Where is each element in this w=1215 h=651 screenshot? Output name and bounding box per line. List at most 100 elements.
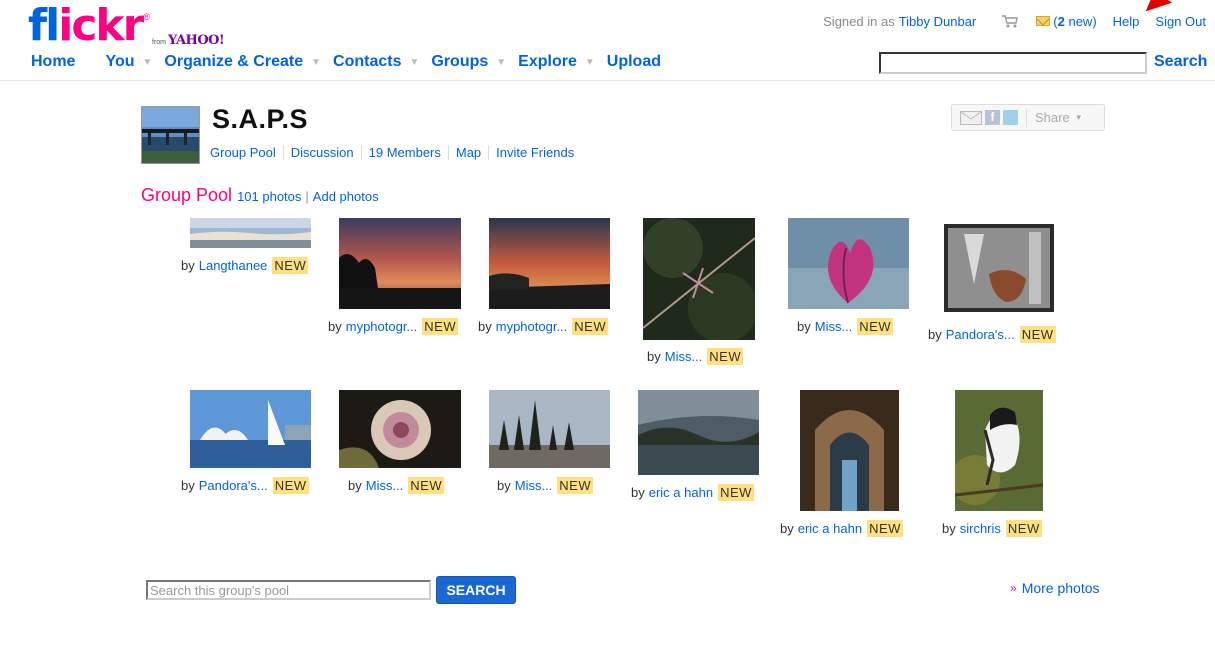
photo-author-link[interactable]: Miss... bbox=[366, 478, 404, 493]
photo-thumbnail[interactable] bbox=[489, 218, 610, 309]
nav-upload[interactable]: Upload bbox=[607, 53, 661, 71]
more-arrows-icon: » bbox=[1010, 581, 1017, 595]
photo-caption: by Miss... NEW bbox=[348, 477, 445, 494]
new-badge: NEW bbox=[1019, 326, 1056, 343]
photo-thumbnail[interactable] bbox=[800, 390, 899, 511]
new-badge: NEW bbox=[857, 318, 894, 335]
photo-author-link[interactable]: Miss... bbox=[515, 478, 553, 493]
pool-search-input[interactable] bbox=[146, 580, 431, 600]
mail-icon[interactable] bbox=[1036, 16, 1051, 26]
nav-contacts-dropdown-icon[interactable]: ▼ bbox=[409, 57, 419, 68]
pool-search-button[interactable]: SEARCH bbox=[436, 576, 516, 604]
mail-new-count-link[interactable]: (2 new) bbox=[1053, 14, 1096, 29]
nav-explore[interactable]: Explore bbox=[518, 53, 577, 71]
photo-thumbnail[interactable] bbox=[638, 390, 759, 475]
new-badge: NEW bbox=[272, 477, 309, 494]
logo-yahoo: YAHOO! bbox=[168, 33, 225, 48]
photo-author-link[interactable]: eric a hahn bbox=[798, 521, 862, 536]
group-links: Group Pool Discussion 19 Members Map Inv… bbox=[210, 145, 581, 160]
photo-author-link[interactable]: Langthanee bbox=[199, 258, 268, 273]
photo-thumbnail[interactable] bbox=[788, 218, 909, 309]
user-name-link[interactable]: Tibby Dunbar bbox=[899, 14, 977, 29]
logo-from-text: from bbox=[152, 39, 166, 46]
photo-author-link[interactable]: eric a hahn bbox=[649, 485, 713, 500]
photo-thumbnail[interactable] bbox=[339, 390, 461, 468]
logo-registered-mark: ® bbox=[143, 12, 150, 22]
group-title: S.A.P.S bbox=[212, 104, 309, 134]
pool-photo-count-link[interactable]: 101 photos bbox=[237, 189, 301, 204]
header-search-button[interactable]: Search bbox=[1154, 53, 1207, 71]
share-caret-icon[interactable]: ▼ bbox=[1075, 113, 1083, 122]
discussion-link[interactable]: Discussion bbox=[282, 145, 361, 160]
header-search-input[interactable] bbox=[879, 52, 1147, 74]
photo-thumbnail[interactable] bbox=[489, 390, 610, 468]
photo-caption: by Langthanee NEW bbox=[181, 257, 309, 274]
photo-thumbnail[interactable] bbox=[643, 218, 755, 340]
photo-caption: by Miss... NEW bbox=[647, 348, 744, 365]
help-link[interactable]: Help bbox=[1113, 14, 1140, 29]
photo-thumbnail[interactable] bbox=[190, 218, 311, 248]
nav-organize-dropdown-icon[interactable]: ▼ bbox=[311, 57, 321, 68]
photo-author-link[interactable]: myphotogr... bbox=[346, 319, 418, 334]
nav-organize-create[interactable]: Organize & Create bbox=[164, 53, 303, 71]
new-badge: NEW bbox=[422, 318, 459, 335]
photo-thumbnail[interactable] bbox=[339, 218, 461, 309]
add-photos-link[interactable]: Add photos bbox=[313, 189, 379, 204]
nav-you-dropdown-icon[interactable]: ▼ bbox=[142, 57, 152, 68]
photo-caption: by myphotogr... NEW bbox=[328, 318, 459, 335]
photo-caption: by Miss... NEW bbox=[497, 477, 594, 494]
new-badge: NEW bbox=[707, 348, 744, 365]
photo-author-link[interactable]: Pandora's... bbox=[946, 327, 1015, 342]
share-widget[interactable]: f Share ▼ bbox=[951, 104, 1105, 131]
nav-explore-dropdown-icon[interactable]: ▼ bbox=[585, 57, 595, 68]
more-photos-link[interactable]: More photos bbox=[1022, 580, 1100, 596]
invite-friends-link[interactable]: Invite Friends bbox=[488, 145, 581, 160]
photo-author-link[interactable]: Pandora's... bbox=[199, 478, 268, 493]
new-badge: NEW bbox=[272, 257, 309, 274]
photo-caption: by Miss... NEW bbox=[797, 318, 894, 335]
cart-icon[interactable] bbox=[1000, 13, 1020, 29]
members-link[interactable]: 19 Members bbox=[360, 145, 448, 160]
nav-home[interactable]: Home bbox=[31, 53, 75, 71]
new-badge: NEW bbox=[557, 477, 594, 494]
sign-out-link[interactable]: Sign Out bbox=[1155, 14, 1206, 29]
facebook-share-icon[interactable]: f bbox=[985, 110, 1000, 125]
photo-author-link[interactable]: myphotogr... bbox=[496, 319, 568, 334]
map-link[interactable]: Map bbox=[447, 145, 488, 160]
group-avatar[interactable] bbox=[141, 106, 200, 164]
photo-caption: by Pandora's... NEW bbox=[928, 326, 1056, 343]
new-badge: NEW bbox=[718, 484, 754, 501]
photo-caption: by eric a hahn NEW bbox=[631, 484, 754, 501]
flickr-logo[interactable]: flickr ® from YAHOO! bbox=[28, 0, 225, 51]
red-arrow-marker bbox=[1140, 0, 1173, 12]
photo-thumbnail[interactable] bbox=[955, 390, 1043, 511]
new-badge: NEW bbox=[408, 477, 445, 494]
photo-caption: by sirchris NEW bbox=[942, 520, 1042, 537]
account-links: Signed in as Tibby Dunbar (2 new) Help S… bbox=[823, 13, 1206, 29]
group-pool-link[interactable]: Group Pool bbox=[210, 145, 283, 160]
share-divider bbox=[1026, 108, 1027, 127]
photo-caption: by Pandora's... NEW bbox=[181, 477, 309, 494]
photo-thumbnail[interactable] bbox=[190, 390, 311, 468]
pool-separator: | bbox=[305, 189, 309, 204]
nav-groups[interactable]: Groups bbox=[431, 53, 488, 71]
photo-author-link[interactable]: sirchris bbox=[960, 521, 1001, 536]
nav-you[interactable]: You bbox=[105, 53, 134, 71]
twitter-share-icon[interactable] bbox=[1003, 110, 1018, 125]
new-badge: NEW bbox=[572, 318, 609, 335]
photo-thumbnail[interactable] bbox=[944, 224, 1054, 312]
photo-author-link[interactable]: Miss... bbox=[665, 349, 703, 364]
nav-groups-dropdown-icon[interactable]: ▼ bbox=[496, 57, 506, 68]
main-nav: Home You ▼ Organize & Create ▼ Contacts … bbox=[31, 53, 661, 71]
pool-title: Group Pool bbox=[141, 185, 233, 205]
logo-wordmark: flickr bbox=[28, 0, 144, 51]
share-label[interactable]: Share bbox=[1035, 110, 1070, 125]
photo-caption: by eric a hahn NEW bbox=[780, 520, 903, 537]
new-badge: NEW bbox=[1005, 520, 1042, 537]
photo-author-link[interactable]: Miss... bbox=[815, 319, 853, 334]
email-share-icon[interactable] bbox=[960, 110, 982, 125]
photo-caption: by myphotogr... NEW bbox=[478, 318, 609, 335]
pool-heading: Group Pool 101 photos | Add photos bbox=[141, 185, 379, 206]
more-photos[interactable]: » More photos bbox=[1010, 580, 1100, 596]
nav-contacts[interactable]: Contacts bbox=[333, 53, 401, 71]
